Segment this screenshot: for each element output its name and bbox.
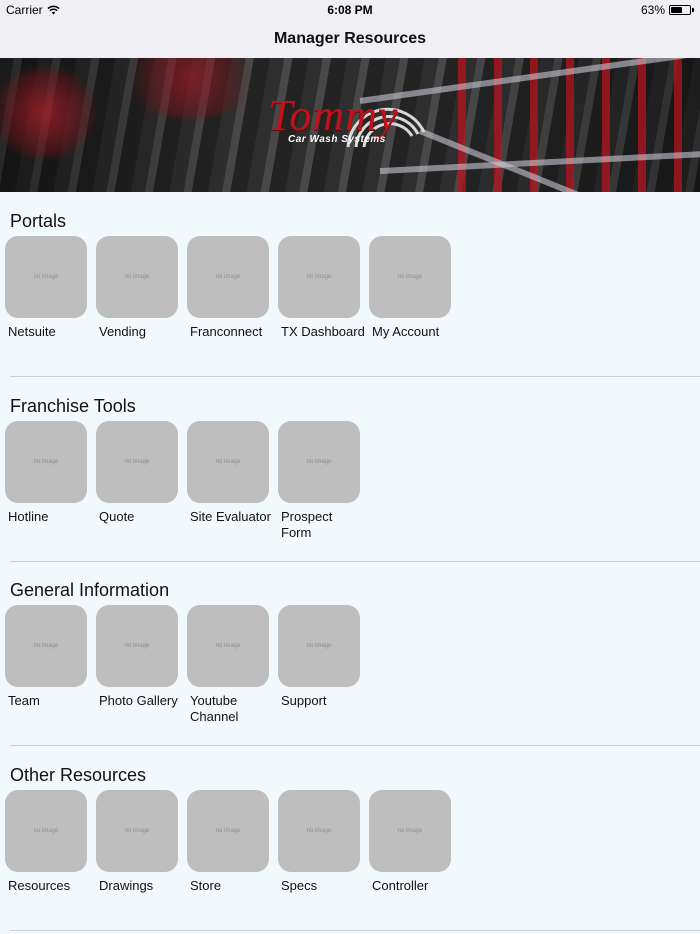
resource-tile-drawings[interactable]: no image Drawings xyxy=(91,790,179,894)
resource-tile-prospect-form[interactable]: no image Prospect Form xyxy=(273,421,361,541)
tile-image-placeholder[interactable]: no image xyxy=(278,236,360,318)
tile-label[interactable]: Support xyxy=(281,693,365,709)
tile-image-placeholder[interactable]: no image xyxy=(5,790,87,872)
tile-image-placeholder[interactable]: no image xyxy=(187,236,269,318)
clock: 6:08 PM xyxy=(327,3,373,17)
resource-tile-franconnect[interactable]: no image Franconnect xyxy=(182,236,270,340)
resource-tile-vending[interactable]: no image Vending xyxy=(91,236,179,340)
tile-image-placeholder[interactable]: no image xyxy=(96,236,178,318)
section-title: Portals xyxy=(10,211,67,231)
tile-image-placeholder[interactable]: no image xyxy=(187,605,269,687)
tile-image-placeholder[interactable]: no image xyxy=(187,790,269,872)
tile-label[interactable]: Drawings xyxy=(99,878,183,894)
resource-tile-hotline[interactable]: no image Hotline xyxy=(0,421,88,525)
tile-label[interactable]: Hotline xyxy=(8,509,92,525)
tile-image-placeholder[interactable]: no image xyxy=(278,605,360,687)
resource-tile-tx-dashboard[interactable]: no image TX Dashboard xyxy=(273,236,365,340)
tile-label[interactable]: Site Evaluator xyxy=(190,509,274,525)
tile-image-placeholder[interactable]: no image xyxy=(5,605,87,687)
section-divider xyxy=(10,561,700,562)
resource-tile-controller[interactable]: no image Controller xyxy=(364,790,452,894)
tile-label[interactable]: Netsuite xyxy=(8,324,92,340)
section-divider xyxy=(10,745,700,746)
tile-label[interactable]: Youtube Channel xyxy=(190,693,274,725)
tile-label[interactable]: Photo Gallery xyxy=(99,693,183,709)
tile-image-placeholder[interactable]: no image xyxy=(96,605,178,687)
battery-icon xyxy=(669,5,691,15)
page-title: Manager Resources xyxy=(273,30,427,47)
tile-image-placeholder[interactable]: no image xyxy=(96,421,178,503)
navigation-bar: Manager Resources xyxy=(0,20,700,58)
tile-image-placeholder[interactable]: no image xyxy=(369,236,451,318)
resource-tile-youtube-channel[interactable]: no image Youtube Channel xyxy=(182,605,270,725)
section-title: Other Resources xyxy=(10,765,147,785)
tile-image-placeholder[interactable]: no image xyxy=(278,790,360,872)
section-divider xyxy=(10,376,700,377)
tile-image-placeholder[interactable]: no image xyxy=(369,790,451,872)
tile-image-placeholder[interactable]: no image xyxy=(5,236,87,318)
tile-image-placeholder[interactable]: no image xyxy=(187,421,269,503)
tile-label[interactable]: Team xyxy=(8,693,92,709)
resource-tile-support[interactable]: no image Support xyxy=(273,605,361,709)
tile-image-placeholder[interactable]: no image xyxy=(278,421,360,503)
tile-label[interactable]: TX Dashboard xyxy=(281,324,365,340)
tile-label[interactable]: Prospect Form xyxy=(281,509,365,541)
tile-image-placeholder[interactable]: no image xyxy=(5,421,87,503)
resource-tile-store[interactable]: no image Store xyxy=(182,790,270,894)
section-title: General Information xyxy=(10,580,170,600)
resource-tile-my-account[interactable]: no image My Account xyxy=(364,236,452,340)
resource-tile-team[interactable]: no image Team xyxy=(0,605,88,709)
section-divider xyxy=(10,930,700,931)
tile-label[interactable]: Vending xyxy=(99,324,183,340)
tile-label[interactable]: Quote xyxy=(99,509,183,525)
tile-label[interactable]: Specs xyxy=(281,878,365,894)
tile-image-placeholder[interactable]: no image xyxy=(96,790,178,872)
tile-label[interactable]: Store xyxy=(190,878,274,894)
resource-tile-specs[interactable]: no image Specs xyxy=(273,790,361,894)
section-title: Franchise Tools xyxy=(10,396,136,416)
tile-label[interactable]: Resources xyxy=(8,878,92,894)
tile-label[interactable]: My Account xyxy=(372,324,456,340)
header-banner-image: Tommy Car Wash Systems xyxy=(0,58,700,192)
logo-subtitle: Car Wash Systems xyxy=(288,134,386,145)
status-bar: Carrier 6:08 PM 63% xyxy=(0,0,700,20)
resource-tile-resources[interactable]: no image Resources xyxy=(0,790,88,894)
resource-tile-photo-gallery[interactable]: no image Photo Gallery xyxy=(91,605,179,709)
resource-tile-site-evaluator[interactable]: no image Site Evaluator xyxy=(182,421,271,525)
tile-label[interactable]: Franconnect xyxy=(190,324,274,340)
company-logo: Tommy Car Wash Systems xyxy=(268,86,438,164)
battery-percent: 63% xyxy=(640,3,665,17)
resource-tile-quote[interactable]: no image Quote xyxy=(91,421,179,525)
battery-info: 63% xyxy=(641,3,694,17)
tile-label[interactable]: Controller xyxy=(372,878,456,894)
resource-tile-netsuite[interactable]: no image Netsuite xyxy=(0,236,88,340)
